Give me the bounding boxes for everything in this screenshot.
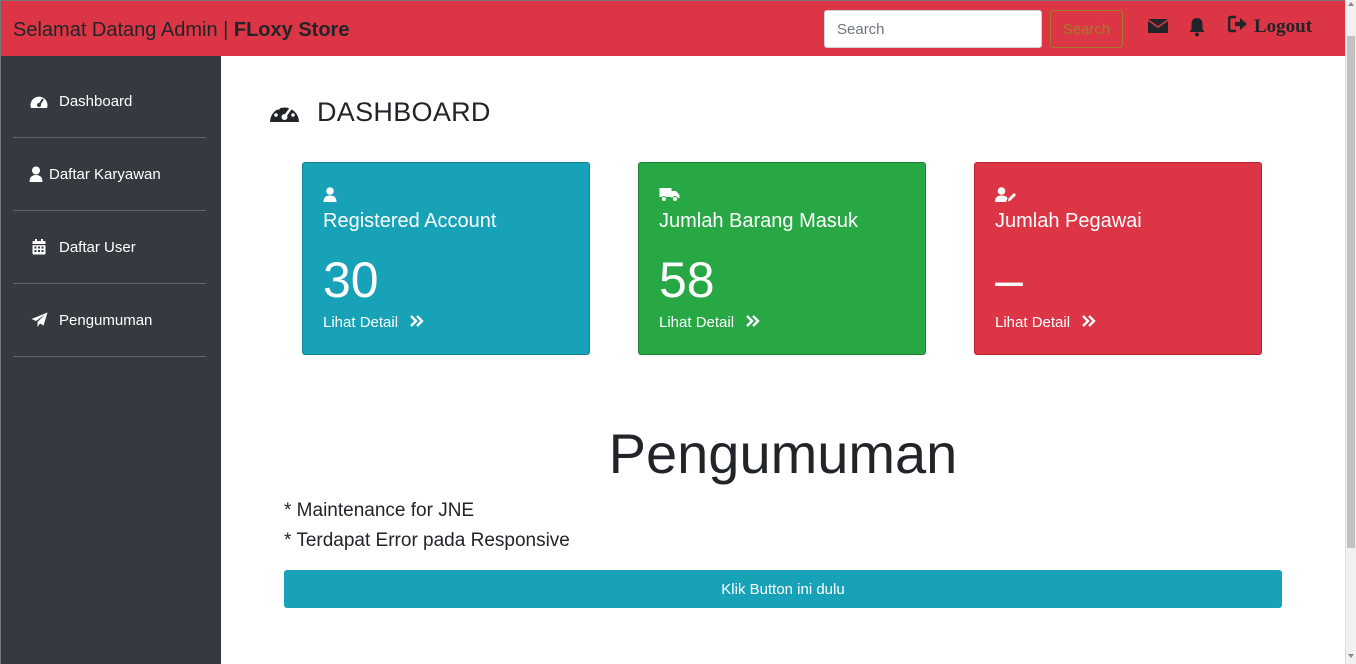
double-chevron-right-icon xyxy=(746,314,760,331)
card-title: Jumlah Pegawai xyxy=(995,210,1142,232)
sidebar-item-daftar-karyawan[interactable]: Daftar Karyawan xyxy=(13,138,206,211)
sidebar-item-daftar-user[interactable]: Daftar User xyxy=(13,211,206,284)
sidebar-item-label: Pengumuman xyxy=(59,311,153,329)
top-navbar: Selamat Datang Admin | FLoxy Store Searc… xyxy=(0,0,1345,56)
jumlah-barang-masuk-card: Jumlah Barang Masuk 58 Lihat Detail xyxy=(638,162,926,355)
announcement-title: Pengumuman xyxy=(608,422,958,485)
tachometer-icon xyxy=(268,97,301,128)
scroll-thumb[interactable] xyxy=(1347,36,1355,548)
card-detail-link[interactable]: Lihat Detail xyxy=(323,314,424,331)
announcement-item: * Terdapat Error pada Responsive xyxy=(284,530,570,551)
logout-button[interactable]: Logout xyxy=(1227,15,1313,39)
card-detail-link[interactable]: Lihat Detail xyxy=(659,314,760,331)
sidebar-item-pengumuman[interactable]: Pengumuman xyxy=(13,284,206,357)
user-icon xyxy=(323,187,337,207)
double-chevron-right-icon xyxy=(1082,314,1096,331)
registered-account-card: Registered Account 30 Lihat Detail xyxy=(302,162,590,355)
sidebar-item-label: Dashboard xyxy=(59,92,133,110)
card-detail-label: Lihat Detail xyxy=(323,314,399,331)
card-title: Jumlah Barang Masuk xyxy=(659,210,858,232)
sidebar-item-dashboard[interactable]: Dashboard xyxy=(13,65,206,138)
card-value: 30 xyxy=(323,252,379,308)
search-input[interactable] xyxy=(824,10,1042,48)
card-value: 58 xyxy=(659,252,715,308)
sign-out-icon xyxy=(1227,15,1248,39)
bell-icon[interactable] xyxy=(1188,17,1206,42)
double-chevron-right-icon xyxy=(410,314,424,331)
page-header: DASHBOARD xyxy=(268,97,491,128)
page-scrollbar[interactable] xyxy=(1345,0,1356,664)
paper-plane-icon xyxy=(27,312,51,328)
user-edit-icon xyxy=(995,187,1016,207)
calendar-icon xyxy=(27,239,51,255)
announcement-item: * Maintenance for JNE xyxy=(284,500,475,521)
search-button[interactable]: Search xyxy=(1050,10,1123,48)
card-value: – xyxy=(995,252,1023,308)
scroll-up-arrow-icon[interactable] xyxy=(1348,2,1354,6)
sidebar-item-label: Daftar Karyawan xyxy=(49,165,161,183)
card-detail-link[interactable]: Lihat Detail xyxy=(995,314,1096,331)
envelope-icon[interactable] xyxy=(1147,17,1169,40)
brand-greeting: Selamat Datang Admin | xyxy=(13,19,234,41)
page-title: DASHBOARD xyxy=(317,97,491,127)
logout-label: Logout xyxy=(1254,16,1313,37)
jumlah-pegawai-card: Jumlah Pegawai – Lihat Detail xyxy=(974,162,1262,355)
sidebar-item-label: Daftar User xyxy=(59,238,136,256)
card-detail-label: Lihat Detail xyxy=(995,314,1071,331)
card-title: Registered Account xyxy=(323,210,497,232)
user-icon xyxy=(27,166,45,182)
truck-icon xyxy=(659,187,680,207)
brand[interactable]: Selamat Datang Admin | FLoxy Store xyxy=(13,19,349,42)
sidebar: Dashboard Daftar Karyawan Daftar User Pe… xyxy=(0,56,221,664)
brand-store-name: FLoxy Store xyxy=(233,19,350,41)
scroll-down-arrow-icon[interactable] xyxy=(1348,654,1354,658)
klik-button[interactable]: Klik Button ini dulu xyxy=(284,570,1282,608)
tachometer-icon xyxy=(27,93,51,109)
card-detail-label: Lihat Detail xyxy=(659,314,735,331)
